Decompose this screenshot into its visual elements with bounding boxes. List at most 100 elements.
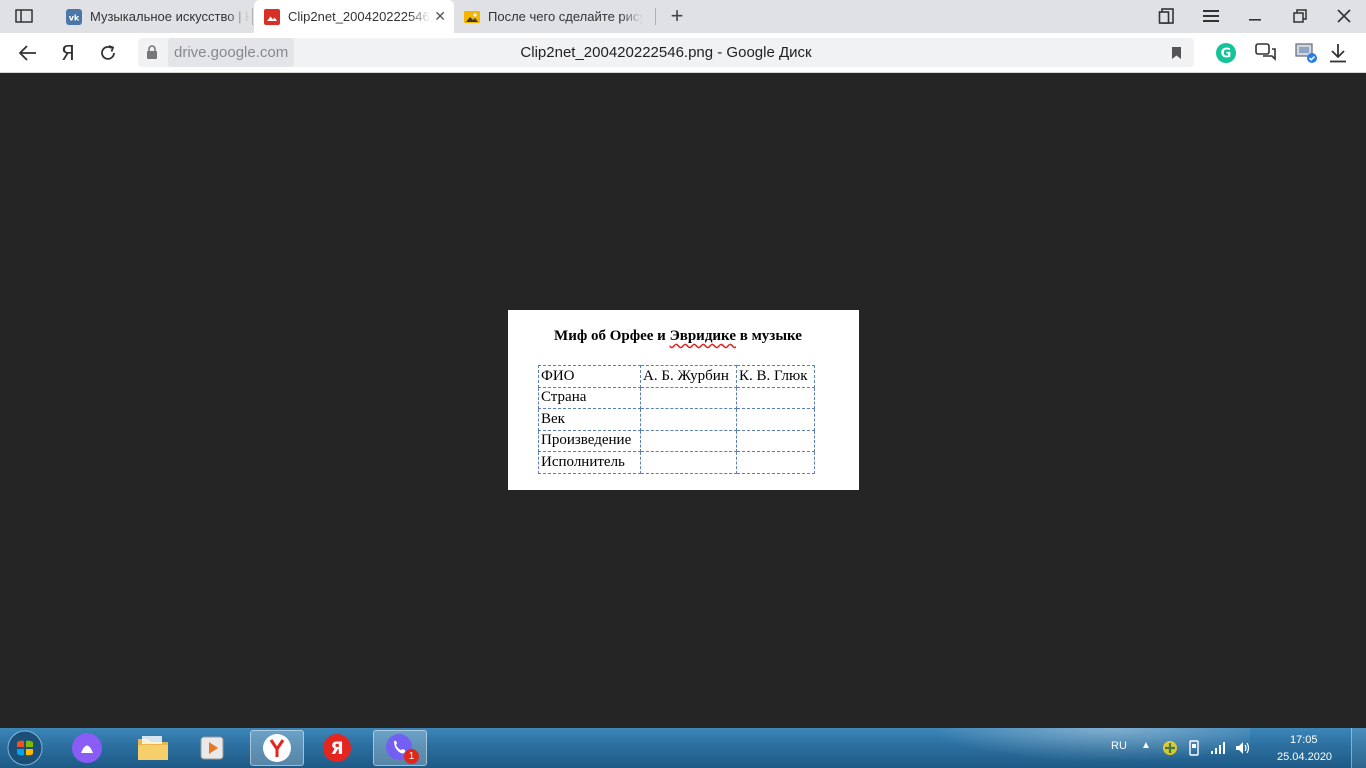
- image-file-icon: [264, 8, 280, 25]
- title-part-misspelled: Эвридике: [669, 328, 736, 344]
- table-cell: Исполнитель: [538, 451, 641, 474]
- table-cell: [736, 451, 815, 474]
- tray-app[interactable]: [1162, 740, 1178, 756]
- table-cell: [736, 408, 815, 431]
- taskbar-yandex[interactable]: Я: [310, 730, 364, 766]
- table-cell: К. В. Глюк: [736, 365, 815, 388]
- address-bar[interactable]: drive.google.com Clip2net_200420222546.p…: [138, 38, 1194, 67]
- table-cell: Страна: [538, 386, 641, 409]
- chat-icon: [1255, 43, 1276, 61]
- messenger-extension[interactable]: [1253, 40, 1279, 66]
- signal-icon: [1211, 742, 1225, 754]
- start-button[interactable]: [6, 730, 44, 766]
- tab-separator: [655, 8, 656, 25]
- svg-text:Я: Я: [330, 739, 343, 759]
- table-row: Страна: [538, 386, 815, 409]
- svg-text:vk: vk: [69, 13, 80, 22]
- minimize-button[interactable]: [1242, 4, 1268, 28]
- folder-icon: [138, 736, 168, 760]
- grammarly-icon: G: [1216, 43, 1236, 63]
- close-window-button[interactable]: [1331, 4, 1357, 28]
- hamburger-icon: [1203, 10, 1219, 22]
- sidebar-icon: [15, 9, 33, 23]
- arrow-left-icon: [19, 45, 36, 61]
- composer-table: ФИО А. Б. Журбин К. В. Глюк Страна Век П…: [538, 365, 815, 474]
- tray-volume[interactable]: [1234, 740, 1250, 756]
- collections-button[interactable]: [1154, 4, 1180, 28]
- menu-button[interactable]: [1198, 4, 1224, 28]
- title-part: в музыке: [735, 328, 802, 344]
- vk-icon: vk: [66, 8, 82, 25]
- tray-network[interactable]: [1210, 740, 1226, 756]
- image-preview: Миф об Орфее и Эвридике в музыке ФИО А. …: [508, 310, 859, 490]
- speaker-icon: [1236, 742, 1250, 754]
- back-button[interactable]: [15, 40, 41, 66]
- clock-date[interactable]: 25.04.2020: [1277, 751, 1332, 763]
- taskbar-media-player[interactable]: [186, 730, 240, 766]
- table-row: Произведение: [538, 429, 815, 452]
- show-desktop-button[interactable]: [1351, 728, 1366, 768]
- close-icon: [1337, 9, 1351, 23]
- tab-title: Музыкальное искусство | Н: [90, 9, 250, 24]
- yandex-logo-icon: Я: [61, 41, 75, 65]
- table-cell: ФИО: [538, 365, 641, 388]
- network-drive-icon: [1295, 43, 1317, 63]
- table-cell: Век: [538, 408, 641, 431]
- tab-title: Clip2net_200420222546.png: [288, 9, 430, 24]
- collections-icon: [1158, 8, 1174, 24]
- windows-logo-icon: [7, 730, 43, 766]
- restore-icon: [1293, 9, 1307, 23]
- tab-close-icon[interactable]: ✕: [434, 8, 446, 25]
- taskbar-alice[interactable]: [60, 730, 114, 766]
- table-cell: А. Б. Журбин: [640, 365, 737, 388]
- minimize-icon: [1249, 19, 1261, 21]
- notification-badge: 1: [404, 749, 419, 764]
- lock-icon: [147, 45, 157, 59]
- restore-button[interactable]: [1287, 4, 1313, 28]
- downloads-button[interactable]: [1325, 40, 1351, 66]
- tab-after-draw[interactable]: После чего сделайте рису: [454, 0, 654, 33]
- table-cell: [640, 408, 737, 431]
- yandex-browser-icon: [263, 734, 291, 762]
- table-row: ФИО А. Б. Журбин К. В. Глюк: [538, 365, 815, 388]
- table-row: Исполнитель: [538, 451, 815, 474]
- table-row: Век: [538, 408, 815, 431]
- table-cell: [640, 386, 737, 409]
- media-player-icon: [200, 736, 224, 760]
- taskbar-explorer[interactable]: [126, 730, 180, 766]
- new-tab-button[interactable]: +: [666, 5, 688, 27]
- page-title: Clip2net_200420222546.png - Google Диск: [520, 44, 812, 61]
- table-cell: [640, 429, 737, 452]
- tab-separator: [252, 8, 253, 25]
- windows-taskbar: Я 1 RU ▲ 17:05 25.04.2020: [0, 728, 1366, 768]
- table-cell: [736, 386, 815, 409]
- taskbar-viber[interactable]: 1: [373, 730, 427, 766]
- tab-title: После чего сделайте рису: [488, 9, 643, 24]
- picture-icon: [464, 9, 480, 25]
- usb-device-icon: [1189, 740, 1199, 756]
- reload-button[interactable]: [95, 40, 121, 66]
- clock-time[interactable]: 17:05: [1290, 734, 1318, 746]
- tab-vk[interactable]: vk Музыкальное искусство | Н: [56, 0, 252, 33]
- bookmark-icon[interactable]: [1171, 46, 1182, 60]
- tray-device[interactable]: [1186, 740, 1202, 756]
- yandex-icon: Я: [323, 734, 351, 762]
- tab-strip: vk Музыкальное искусство | Н Clip2net_20…: [0, 0, 1366, 33]
- tray-app-icon: [1163, 741, 1177, 755]
- download-icon: [1330, 44, 1346, 63]
- language-indicator[interactable]: RU: [1111, 740, 1127, 752]
- alice-assistant-icon: [72, 733, 102, 763]
- table-cell: Произведение: [538, 429, 641, 452]
- grammarly-extension[interactable]: G: [1213, 40, 1239, 66]
- tray-expand-icon[interactable]: ▲: [1141, 740, 1151, 751]
- tab-list-button[interactable]: [8, 4, 40, 28]
- svg-text:G: G: [1221, 47, 1232, 62]
- document-title: Миф об Орфее и Эвридике в музыке: [508, 328, 848, 345]
- taskbar-yandex-browser[interactable]: [250, 730, 304, 766]
- tab-clip2net[interactable]: Clip2net_200420222546.png ✕: [254, 0, 454, 33]
- table-cell: [640, 451, 737, 474]
- title-part: Миф об Орфее и: [554, 328, 670, 344]
- sync-extension[interactable]: [1293, 40, 1319, 66]
- yandex-button[interactable]: Я: [55, 40, 81, 66]
- reload-icon: [101, 45, 115, 60]
